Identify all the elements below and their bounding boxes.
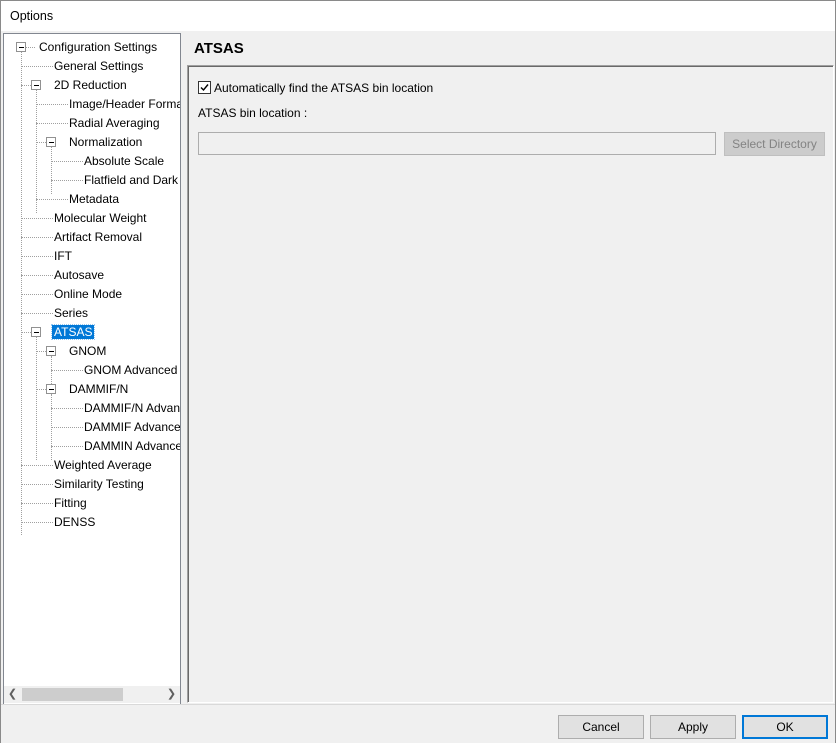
page-title: ATSAS [194,40,244,57]
dialog-button-bar: Cancel Apply OK [1,704,835,743]
collapse-icon[interactable] [16,42,26,52]
checkmark-icon [200,84,209,92]
tree-item-gnom[interactable]: GNOM [67,342,108,361]
tree-item-atsas[interactable]: ATSAS [50,323,96,342]
tree-item-fitting[interactable]: Fitting [52,494,89,513]
bin-location-input[interactable] [198,132,716,155]
tree-item-gnom-advanced[interactable]: GNOM Advanced [82,361,179,380]
bin-location-label: ATSAS bin location : [198,106,308,120]
title-bar: Options [1,1,835,31]
tree-item-denss[interactable]: DENSS [52,513,97,532]
tree-item-artifact-removal[interactable]: Artifact Removal [52,228,144,247]
tree-item-molecular-weight[interactable]: Molecular Weight [52,209,148,228]
tree-item-online-mode[interactable]: Online Mode [52,285,124,304]
window-title: Options [10,9,54,23]
tree-item-flatfield-and-dark[interactable]: Flatfield and Dark [82,171,180,190]
auto-find-label[interactable]: Automatically find the ATSAS bin locatio… [214,81,433,95]
tree-item-general-settings[interactable]: General Settings [52,57,145,76]
tree-item-configuration-settings[interactable]: Configuration Settings [37,38,159,57]
scrollbar-thumb[interactable] [22,688,123,701]
tree-item-weighted-average[interactable]: Weighted Average [52,456,154,475]
tree-item-2d-reduction[interactable]: 2D Reduction [52,76,129,95]
tree-item-autosave[interactable]: Autosave [52,266,106,285]
auto-find-checkbox[interactable] [198,81,211,94]
cancel-button[interactable]: Cancel [558,715,644,739]
chevron-right-icon[interactable]: ❯ [163,686,180,703]
settings-tree[interactable]: Configuration Settings General Settings … [3,33,181,705]
tree-viewport: Configuration Settings General Settings … [4,34,180,686]
collapse-icon[interactable] [31,327,41,337]
apply-button[interactable]: Apply [650,715,736,739]
tree-item-ift[interactable]: IFT [52,247,74,266]
atsas-settings-panel: Automatically find the ATSAS bin locatio… [187,65,834,703]
tree-item-absolute-scale[interactable]: Absolute Scale [82,152,166,171]
collapse-icon[interactable] [46,137,56,147]
tree-horizontal-scrollbar[interactable]: ❮ ❯ [4,686,180,703]
select-directory-button[interactable]: Select Directory [724,132,825,156]
chevron-left-icon[interactable]: ❮ [4,686,21,703]
tree-item-dammif-n[interactable]: DAMMIF/N [67,380,130,399]
ok-button[interactable]: OK [742,715,828,739]
tree-item-dammif-advanced[interactable]: DAMMIF Advanced [82,418,180,437]
tree-item-dammin-advanced[interactable]: DAMMIN Advanced [82,437,180,456]
tree-item-similarity-testing[interactable]: Similarity Testing [52,475,146,494]
tree-item-image-header-format[interactable]: Image/Header Format [67,95,180,114]
collapse-icon[interactable] [46,384,56,394]
tree-item-radial-averaging[interactable]: Radial Averaging [67,114,162,133]
collapse-icon[interactable] [31,80,41,90]
options-dialog: Options Configuration Settings General S… [0,0,836,743]
page-header: ATSAS [187,33,833,63]
tree-item-series[interactable]: Series [52,304,90,323]
tree-item-dammif-n-advanced[interactable]: DAMMIF/N Advanced [82,399,180,418]
tree-item-metadata[interactable]: Metadata [67,190,121,209]
collapse-icon[interactable] [46,346,56,356]
panel-splitter[interactable] [182,33,186,703]
tree-item-normalization[interactable]: Normalization [67,133,144,152]
